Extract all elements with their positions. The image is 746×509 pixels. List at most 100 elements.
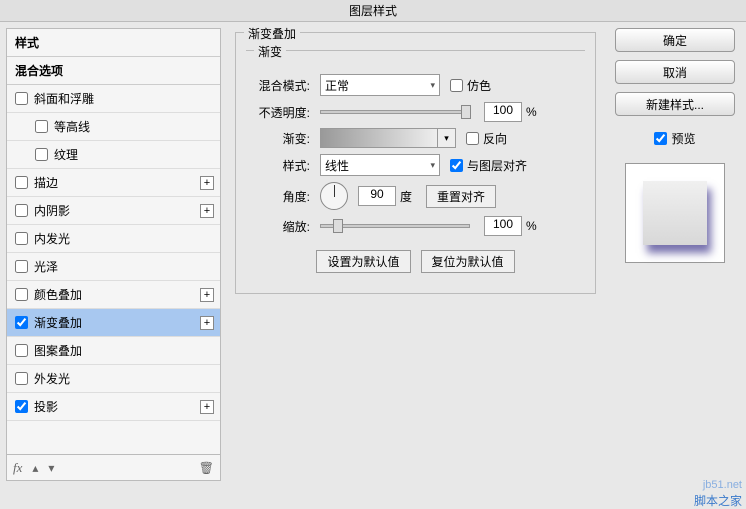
reverse-checkbox[interactable]	[466, 132, 479, 145]
bevel-checkbox[interactable]	[15, 92, 28, 105]
styles-header[interactable]: 样式	[7, 29, 220, 57]
opacity-label: 不透明度:	[246, 104, 310, 121]
color-overlay-checkbox[interactable]	[15, 288, 28, 301]
preview-checkbox[interactable]	[654, 132, 667, 145]
style-label: 样式:	[246, 157, 310, 174]
gradient-picker[interactable]	[320, 128, 438, 148]
trash-icon[interactable]: 🗑	[199, 461, 214, 475]
scale-label: 缩放:	[246, 218, 310, 235]
opacity-input[interactable]: 100	[484, 102, 522, 122]
drop-shadow-label: 投影	[34, 398, 58, 415]
inner-shadow-checkbox[interactable]	[15, 204, 28, 217]
contour-label: 等高线	[54, 118, 90, 135]
blend-mode-dropdown[interactable]: 正常 ▾	[320, 74, 440, 96]
plus-icon[interactable]: +	[200, 400, 214, 414]
styles-sidebar: 样式 混合选项 斜面和浮雕 等高线 纹理 描边 + 内阴影 + 内发光 光泽 颜色叠…	[6, 28, 221, 481]
gradient-overlay-label: 渐变叠加	[34, 314, 82, 331]
preview-box	[625, 163, 725, 263]
sidebar-item-bevel[interactable]: 斜面和浮雕	[7, 85, 220, 113]
style-dropdown[interactable]: 线性 ▾	[320, 154, 440, 176]
style-value: 线性	[325, 157, 349, 174]
arrow-up-icon[interactable]: ▴	[32, 461, 38, 475]
satin-checkbox[interactable]	[15, 260, 28, 273]
settings-panel: 渐变叠加 渐变 混合模式: 正常 ▾ 仿色 不透明度: 100 % 渐变:	[227, 28, 604, 481]
gradient-overlay-fieldset: 渐变叠加 渐变 混合模式: 正常▾ 仿色 不透明度: 100 % 渐变:	[235, 32, 596, 294]
stroke-checkbox[interactable]	[15, 176, 28, 189]
degree-label: 度	[400, 188, 412, 205]
drop-shadow-checkbox[interactable]	[15, 400, 28, 413]
watermark-text: 脚本之家	[694, 493, 742, 509]
dither-label: 仿色	[467, 77, 491, 94]
scale-input[interactable]: 100	[484, 216, 522, 236]
opacity-slider[interactable]	[320, 110, 470, 114]
pattern-overlay-checkbox[interactable]	[15, 344, 28, 357]
texture-checkbox[interactable]	[35, 148, 48, 161]
sidebar-item-inner-shadow[interactable]: 内阴影 +	[7, 197, 220, 225]
reverse-label: 反向	[483, 130, 507, 147]
sidebar-item-pattern-overlay[interactable]: 图案叠加	[7, 337, 220, 365]
arrow-down-icon[interactable]: ▾	[48, 461, 54, 475]
sidebar-item-outer-glow[interactable]: 外发光	[7, 365, 220, 393]
main-area: 样式 混合选项 斜面和浮雕 等高线 纹理 描边 + 内阴影 + 内发光 光泽 颜色叠…	[0, 22, 746, 487]
bevel-label: 斜面和浮雕	[34, 90, 94, 107]
inner-shadow-label: 内阴影	[34, 202, 70, 219]
pattern-overlay-label: 图案叠加	[34, 342, 82, 359]
sidebar-item-texture[interactable]: 纹理	[7, 141, 220, 169]
color-overlay-label: 颜色叠加	[34, 286, 82, 303]
gradient-dropdown-arrow[interactable]: ▾	[438, 128, 456, 148]
window-title: 图层样式	[0, 0, 746, 22]
sidebar-item-stroke[interactable]: 描边 +	[7, 169, 220, 197]
blend-mode-value: 正常	[325, 77, 349, 94]
ok-button[interactable]: 确定	[615, 28, 735, 52]
chevron-down-icon: ▾	[430, 80, 435, 91]
chevron-down-icon: ▾	[430, 160, 435, 171]
gradient-label: 渐变:	[246, 130, 310, 147]
plus-icon[interactable]: +	[200, 176, 214, 190]
right-panel: 确定 取消 新建样式... 预览	[610, 28, 740, 481]
gradient-overlay-checkbox[interactable]	[15, 316, 28, 329]
reset-default-button[interactable]: 复位为默认值	[421, 250, 515, 273]
inner-glow-label: 内发光	[34, 230, 70, 247]
fieldset-title: 渐变叠加	[244, 25, 300, 42]
percent-label: %	[526, 105, 537, 119]
inner-glow-checkbox[interactable]	[15, 232, 28, 245]
align-label: 与图层对齐	[467, 157, 527, 174]
angle-label: 角度:	[246, 188, 310, 205]
reset-align-button[interactable]: 重置对齐	[426, 185, 496, 208]
blend-mode-label: 混合模式:	[246, 77, 310, 94]
stroke-label: 描边	[34, 174, 58, 191]
new-style-button[interactable]: 新建样式...	[615, 92, 735, 116]
sidebar-item-drop-shadow[interactable]: 投影 +	[7, 393, 220, 421]
gradient-fieldset: 渐变 混合模式: 正常▾ 仿色 不透明度: 100 % 渐变: ▾ 反向	[246, 50, 585, 283]
sidebar-footer: fx ▴ ▾ 🗑	[7, 454, 220, 480]
sidebar-item-contour[interactable]: 等高线	[7, 113, 220, 141]
contour-checkbox[interactable]	[35, 120, 48, 133]
sidebar-item-inner-glow[interactable]: 内发光	[7, 225, 220, 253]
percent-label: %	[526, 219, 537, 233]
angle-dial[interactable]	[320, 182, 348, 210]
sidebar-item-gradient-overlay[interactable]: 渐变叠加 +	[7, 309, 220, 337]
cancel-button[interactable]: 取消	[615, 60, 735, 84]
satin-label: 光泽	[34, 258, 58, 275]
blend-options-header[interactable]: 混合选项	[7, 57, 220, 85]
dither-checkbox[interactable]	[450, 79, 463, 92]
slider-thumb[interactable]	[333, 219, 343, 233]
outer-glow-checkbox[interactable]	[15, 372, 28, 385]
sidebar-item-satin[interactable]: 光泽	[7, 253, 220, 281]
align-checkbox[interactable]	[450, 159, 463, 172]
angle-input[interactable]: 90	[358, 186, 396, 206]
preview-label: 预览	[671, 130, 695, 147]
style-list: 斜面和浮雕 等高线 纹理 描边 + 内阴影 + 内发光 光泽 颜色叠加 + 渐变叠加 +…	[7, 85, 220, 454]
sidebar-item-color-overlay[interactable]: 颜色叠加 +	[7, 281, 220, 309]
plus-icon[interactable]: +	[200, 316, 214, 330]
inner-fieldset-title: 渐变	[254, 43, 286, 60]
plus-icon[interactable]: +	[200, 204, 214, 218]
slider-thumb[interactable]	[461, 105, 471, 119]
fx-icon[interactable]: fx	[13, 460, 22, 476]
preview-swatch	[643, 181, 707, 245]
plus-icon[interactable]: +	[200, 288, 214, 302]
texture-label: 纹理	[54, 146, 78, 163]
outer-glow-label: 外发光	[34, 370, 70, 387]
make-default-button[interactable]: 设置为默认值	[316, 250, 410, 273]
scale-slider[interactable]	[320, 224, 470, 228]
